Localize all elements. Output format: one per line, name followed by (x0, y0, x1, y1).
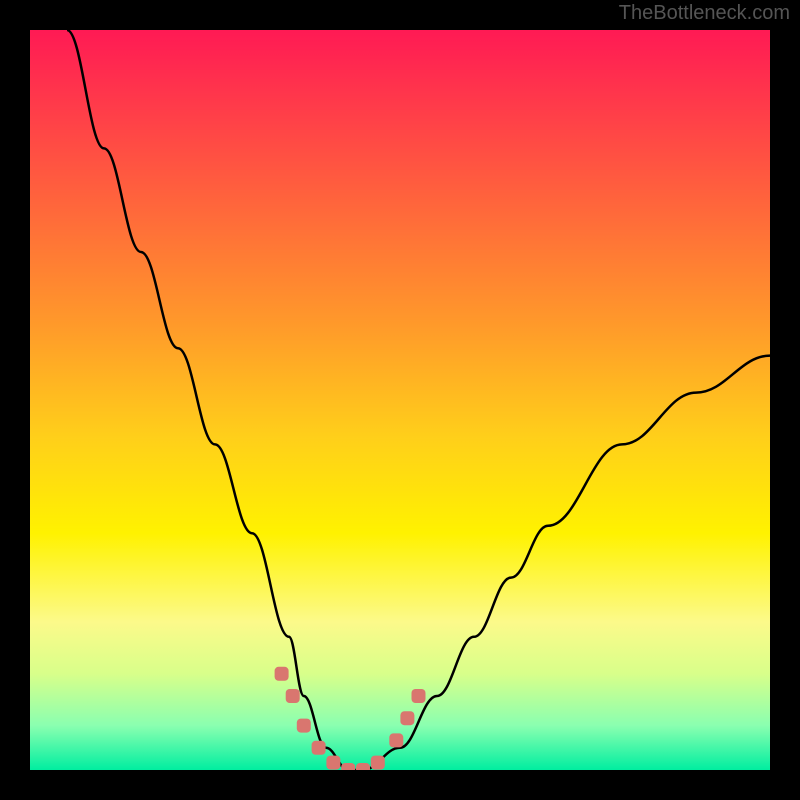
highlight-marker (400, 711, 414, 725)
highlight-marker (341, 763, 355, 770)
highlight-marker (371, 756, 385, 770)
highlight-marker (286, 689, 300, 703)
watermark-text: TheBottleneck.com (619, 2, 790, 25)
chart-svg (30, 30, 770, 770)
chart-container: TheBottleneck.com (0, 0, 800, 800)
highlight-marker (275, 667, 289, 681)
curve-line (67, 30, 770, 770)
highlight-marker (356, 763, 370, 770)
highlight-marker (412, 689, 426, 703)
plot-area (30, 30, 770, 770)
highlight-marker (326, 756, 340, 770)
highlight-marker (312, 741, 326, 755)
highlight-marker (297, 719, 311, 733)
highlight-marker (389, 733, 403, 747)
